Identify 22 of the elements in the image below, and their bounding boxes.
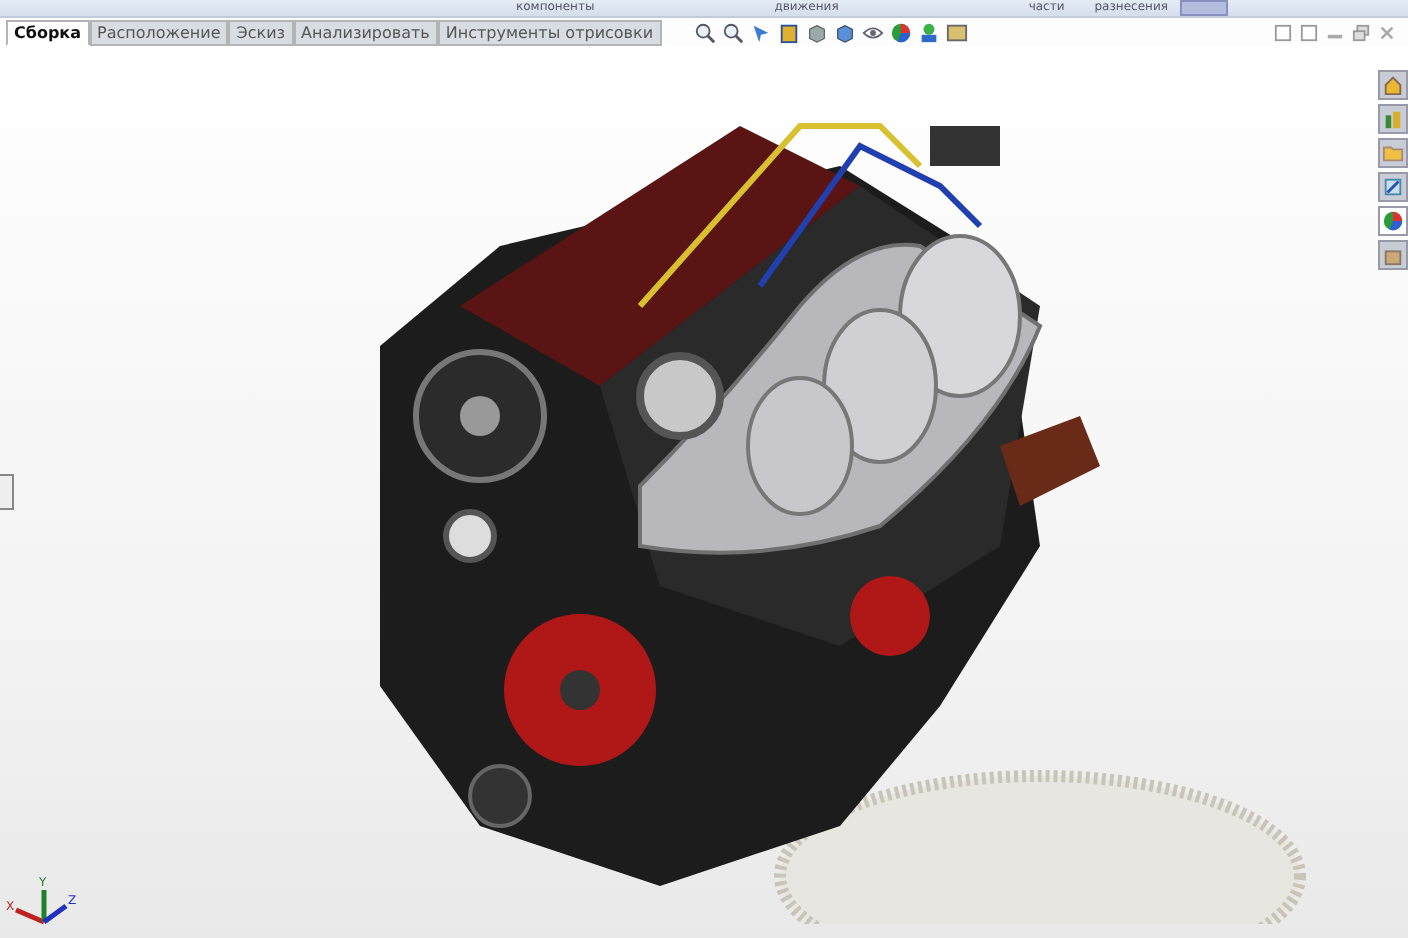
tab[interactable]: Инструменты отрисовки (437, 20, 662, 46)
pointer-icon[interactable] (749, 21, 772, 43)
color-wheel-icon[interactable] (889, 21, 912, 43)
close-icon[interactable] (1378, 23, 1396, 41)
tab[interactable]: Сборка (6, 20, 90, 46)
tile-icon[interactable] (1300, 23, 1318, 41)
display-icon[interactable] (945, 21, 968, 43)
section-view-icon[interactable] (777, 21, 800, 43)
zoom-icon[interactable] (721, 21, 744, 43)
library-icon[interactable] (1378, 104, 1408, 134)
restore-icon[interactable] (1352, 23, 1370, 41)
custom-properties-icon[interactable] (1378, 240, 1408, 270)
tab[interactable]: Эскиз (228, 20, 294, 46)
home-icon[interactable] (1378, 70, 1408, 100)
tab[interactable]: Анализировать (293, 20, 438, 46)
view-palette-icon[interactable] (1378, 172, 1408, 202)
panel-handle[interactable] (0, 474, 14, 510)
appearance-icon[interactable] (1378, 206, 1408, 236)
tab[interactable]: Расположение (89, 20, 229, 46)
tile-icon[interactable] (1274, 23, 1292, 41)
zoom-icon[interactable] (693, 21, 716, 43)
scene-icon[interactable] (917, 21, 940, 43)
